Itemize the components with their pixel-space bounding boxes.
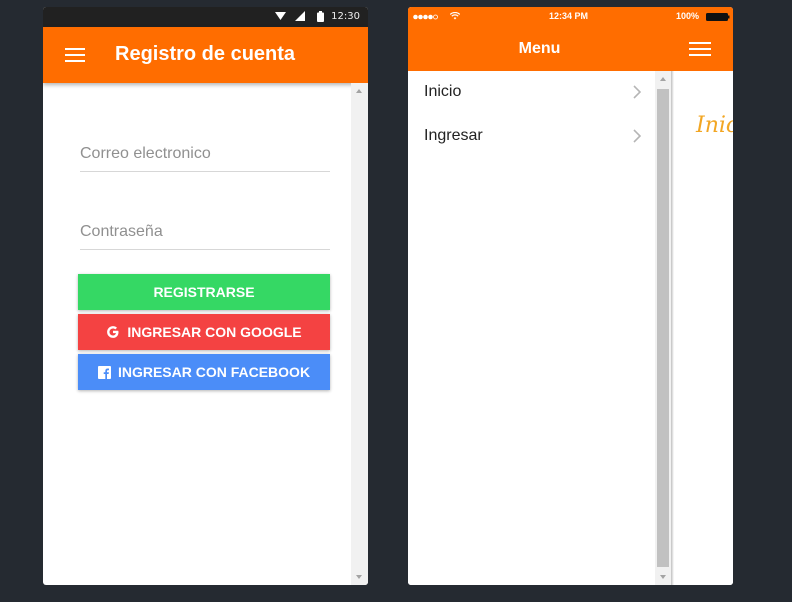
facebook-login-button[interactable]: INGRESAR CON FACEBOOK bbox=[78, 354, 330, 390]
battery-percent: 100% bbox=[676, 11, 700, 21]
scrollbar[interactable] bbox=[655, 71, 671, 585]
side-menu-drawer: Inicio Ingresar bbox=[408, 71, 671, 585]
email-input[interactable] bbox=[80, 137, 330, 171]
register-button[interactable]: REGISTRARSE bbox=[78, 274, 330, 310]
menu-item-inicio[interactable]: Inicio bbox=[408, 71, 655, 115]
password-input[interactable] bbox=[80, 215, 330, 249]
battery-icon bbox=[317, 11, 324, 22]
page-title: Inicio bbox=[696, 113, 733, 138]
scrollbar[interactable] bbox=[351, 83, 368, 585]
scroll-down-arrow-icon[interactable] bbox=[356, 575, 362, 579]
wifi-icon bbox=[450, 12, 460, 20]
register-button-label: REGISTRARSE bbox=[153, 284, 255, 300]
scroll-up-arrow-icon[interactable] bbox=[356, 89, 362, 93]
google-login-button[interactable]: INGRESAR CON GOOGLE bbox=[78, 314, 330, 350]
email-field[interactable] bbox=[80, 137, 330, 172]
wifi-icon bbox=[275, 12, 286, 20]
menu-title: Menu bbox=[518, 40, 561, 57]
menu-header: Menu bbox=[408, 27, 671, 71]
ios-app-window: 12:34 PM 100% Menu Inicio Inicio Ingresa… bbox=[408, 7, 733, 585]
ios-status-bar: 12:34 PM 100% bbox=[408, 7, 733, 27]
android-status-bar: 12:30 bbox=[43, 7, 368, 27]
android-app-window: 12:30 Registro de cuenta REGISTRARSE ING… bbox=[43, 7, 368, 585]
page-title: Registro de cuenta bbox=[115, 43, 296, 65]
scrollbar-thumb[interactable] bbox=[657, 89, 669, 567]
status-time: 12:30 bbox=[331, 11, 360, 22]
app-toolbar: Registro de cuenta bbox=[43, 27, 368, 83]
facebook-button-label: INGRESAR CON FACEBOOK bbox=[117, 364, 311, 380]
menu-item-ingresar[interactable]: Ingresar bbox=[408, 115, 655, 159]
hamburger-menu-icon[interactable] bbox=[65, 47, 85, 63]
battery-icon bbox=[706, 13, 730, 21]
google-icon bbox=[106, 325, 120, 339]
chevron-right-icon bbox=[633, 129, 641, 143]
chevron-right-icon bbox=[633, 85, 641, 99]
facebook-icon bbox=[97, 365, 111, 379]
drawer-shadow bbox=[671, 71, 674, 585]
signal-icon bbox=[295, 11, 305, 21]
password-field[interactable] bbox=[80, 215, 330, 250]
hamburger-menu-icon[interactable] bbox=[689, 42, 711, 56]
signal-dots-icon bbox=[413, 14, 438, 20]
scroll-down-arrow-icon[interactable] bbox=[660, 575, 666, 579]
scroll-up-arrow-icon[interactable] bbox=[660, 77, 666, 81]
status-time: 12:34 PM bbox=[549, 11, 589, 21]
main-content: Inicio bbox=[671, 71, 733, 585]
menu-item-label: Inicio bbox=[424, 83, 462, 100]
menu-item-label: Ingresar bbox=[424, 127, 483, 144]
google-button-label: INGRESAR CON GOOGLE bbox=[127, 324, 302, 340]
